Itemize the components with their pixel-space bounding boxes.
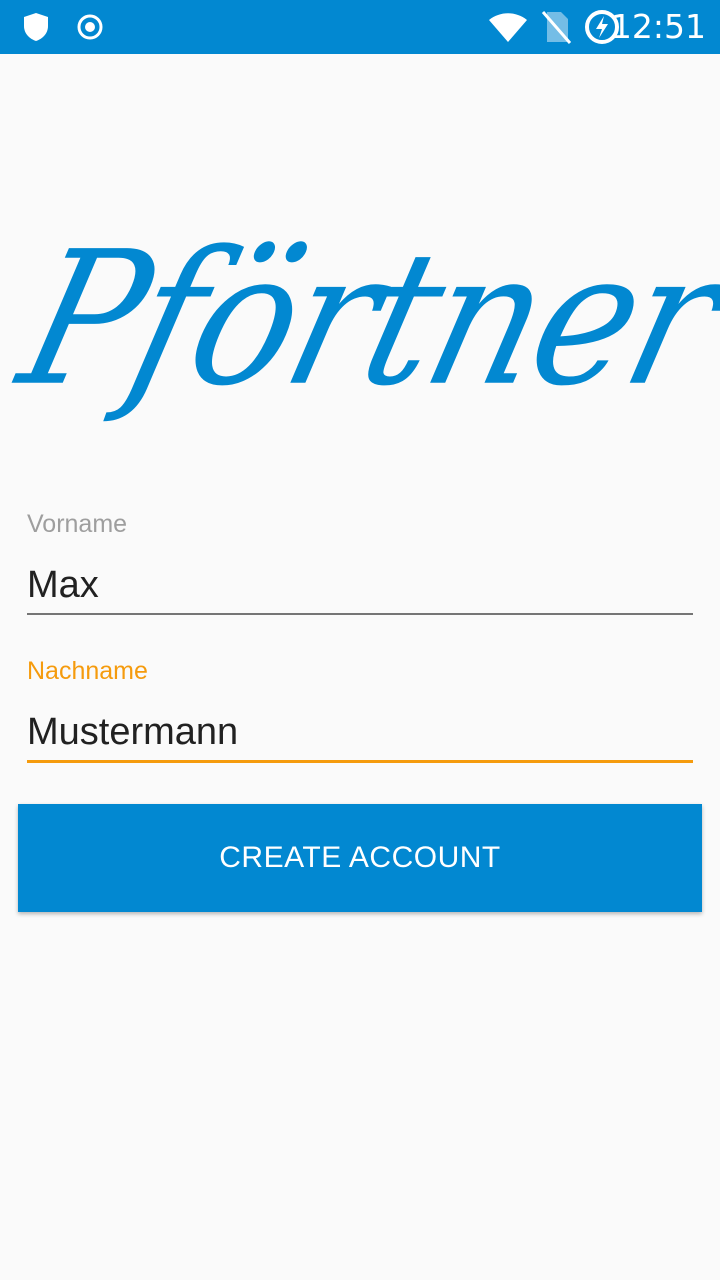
- logo-text: Pförtner: [3, 211, 720, 427]
- last-name-input[interactable]: [27, 704, 693, 760]
- first-name-field: Vorname: [27, 509, 693, 615]
- create-account-button[interactable]: CREATE ACCOUNT: [18, 804, 702, 912]
- status-time: 12:51: [610, 7, 706, 46]
- first-name-underline: [27, 613, 693, 615]
- first-name-label: Vorname: [27, 510, 128, 538]
- no-sim-icon: [538, 0, 574, 54]
- shield-icon: [18, 0, 54, 54]
- status-bar: 12:51: [0, 0, 720, 54]
- last-name-underline: [27, 760, 693, 763]
- create-account-label: CREATE ACCOUNT: [219, 841, 501, 874]
- first-name-input[interactable]: [27, 557, 693, 613]
- create-account-screen: Pförtner Vorname Nachname CREATE ACCOUNT: [0, 54, 720, 1280]
- last-name-label: Nachname: [27, 657, 148, 685]
- wifi-icon: [486, 0, 530, 54]
- app-logo: Pförtner: [3, 184, 720, 454]
- record-icon: [72, 0, 108, 54]
- last-name-field: Nachname: [27, 656, 693, 763]
